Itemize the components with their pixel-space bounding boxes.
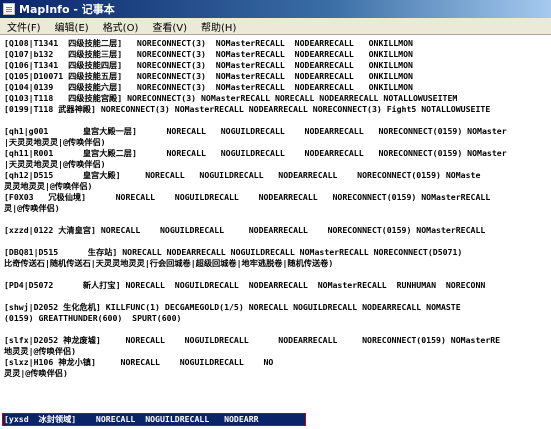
text-line: 灵灵|@传唤伴侣) bbox=[4, 368, 68, 378]
text-editor[interactable]: [Q108|T1341 四级技能二层] NORECONNECT(3) NOMas… bbox=[0, 35, 551, 429]
text-line: [qh1|g001 皇宫大殿一层] NORECALL NOGUILDRECALL… bbox=[4, 126, 507, 136]
text-line: [Q107|b132 四级技能三层] NORECONNECT(3) NOMast… bbox=[4, 49, 413, 59]
window-title: MapInfo - 记事本 bbox=[19, 3, 115, 16]
menu-help[interactable]: 帮助(H) bbox=[194, 19, 243, 34]
text-line: [F0X03 冗极仙境] NORECALL NOGUILDRECALL NODE… bbox=[4, 192, 491, 202]
selected-text[interactable]: [yxsd 冰封领域] NORECALL NOGUILDRECALL NODEA… bbox=[4, 414, 259, 425]
text-line: [Q104|0139 四级技能六层] NORECONNECT(3) NOMast… bbox=[4, 82, 413, 92]
menu-edit[interactable]: 编辑(E) bbox=[48, 19, 96, 34]
text-line: 比奇传送石|随机传送石|天灵灵地灵灵|行会回城卷|超级回城卷|地牢逃脱卷|随机传… bbox=[4, 258, 334, 268]
text-line: 地灵灵|@传唤伴侣) bbox=[4, 346, 77, 356]
menu-file[interactable]: 文件(F) bbox=[0, 19, 48, 34]
text-line: [0199|T118 武器神殿] NORECONNECT(3) NOMaster… bbox=[4, 104, 491, 114]
text-line: 灵灵地灵灵|@传唤伴侣) bbox=[4, 181, 93, 191]
text-line: [Q103|T118 四级技能宫殿] NORECONNECT(3) NOMast… bbox=[4, 93, 458, 103]
menu-view[interactable]: 查看(V) bbox=[145, 19, 194, 34]
text-line: |天灵灵地灵灵|@传唤伴侣) bbox=[4, 159, 106, 169]
text-line: [qh11|R001 皇宫大殿二层] NORECALL NOGUILDRECAL… bbox=[4, 148, 507, 158]
text-line: [xzzd|0122 大清皇宫] NORECALL NOGUILDRECALL … bbox=[4, 225, 486, 235]
menu-bar: 文件(F) 编辑(E) 格式(O) 查看(V) 帮助(H) bbox=[0, 18, 551, 35]
text-line: 灵|@传唤伴侣) bbox=[4, 203, 60, 213]
title-bar[interactable]: MapInfo - 记事本 bbox=[0, 0, 551, 18]
text-line: |天灵灵地灵灵|@传唤伴侣) bbox=[4, 137, 106, 147]
text-line: (0159) GREATTHUNDER(600) SPURT(600) bbox=[4, 313, 182, 323]
text-line: [Q106|T1341 四级技能四层] NORECONNECT(3) NOMas… bbox=[4, 60, 413, 70]
menu-format[interactable]: 格式(O) bbox=[96, 19, 146, 34]
text-line: [PD4|D5072 新人打宝] NORECALL NOGUILDRECALL … bbox=[4, 280, 486, 290]
notepad-icon bbox=[3, 3, 15, 15]
text-line: [DBQ81|D515 生存站] NORECALL NODEARRECALL N… bbox=[4, 247, 463, 257]
text-line: [qh12|D515 皇宫大殿] NORECALL NOGUILDRECALL … bbox=[4, 170, 481, 180]
text-line: [slxz|H106 神龙小镇] NORECALL NOGUILDRECALL … bbox=[4, 357, 274, 367]
text-line: [shwj|D2052 生化危机] KILLFUNC(1) DECGAMEGOL… bbox=[4, 302, 461, 312]
text-line: [slfx|D2052 神龙废墟] NORECALL NOGUILDRECALL… bbox=[4, 335, 501, 345]
text-line: [Q108|T1341 四级技能二层] NORECONNECT(3) NOMas… bbox=[4, 38, 413, 48]
text-line: [Q105|D10071 四级技能五层] NORECONNECT(3) NOMa… bbox=[4, 71, 413, 81]
